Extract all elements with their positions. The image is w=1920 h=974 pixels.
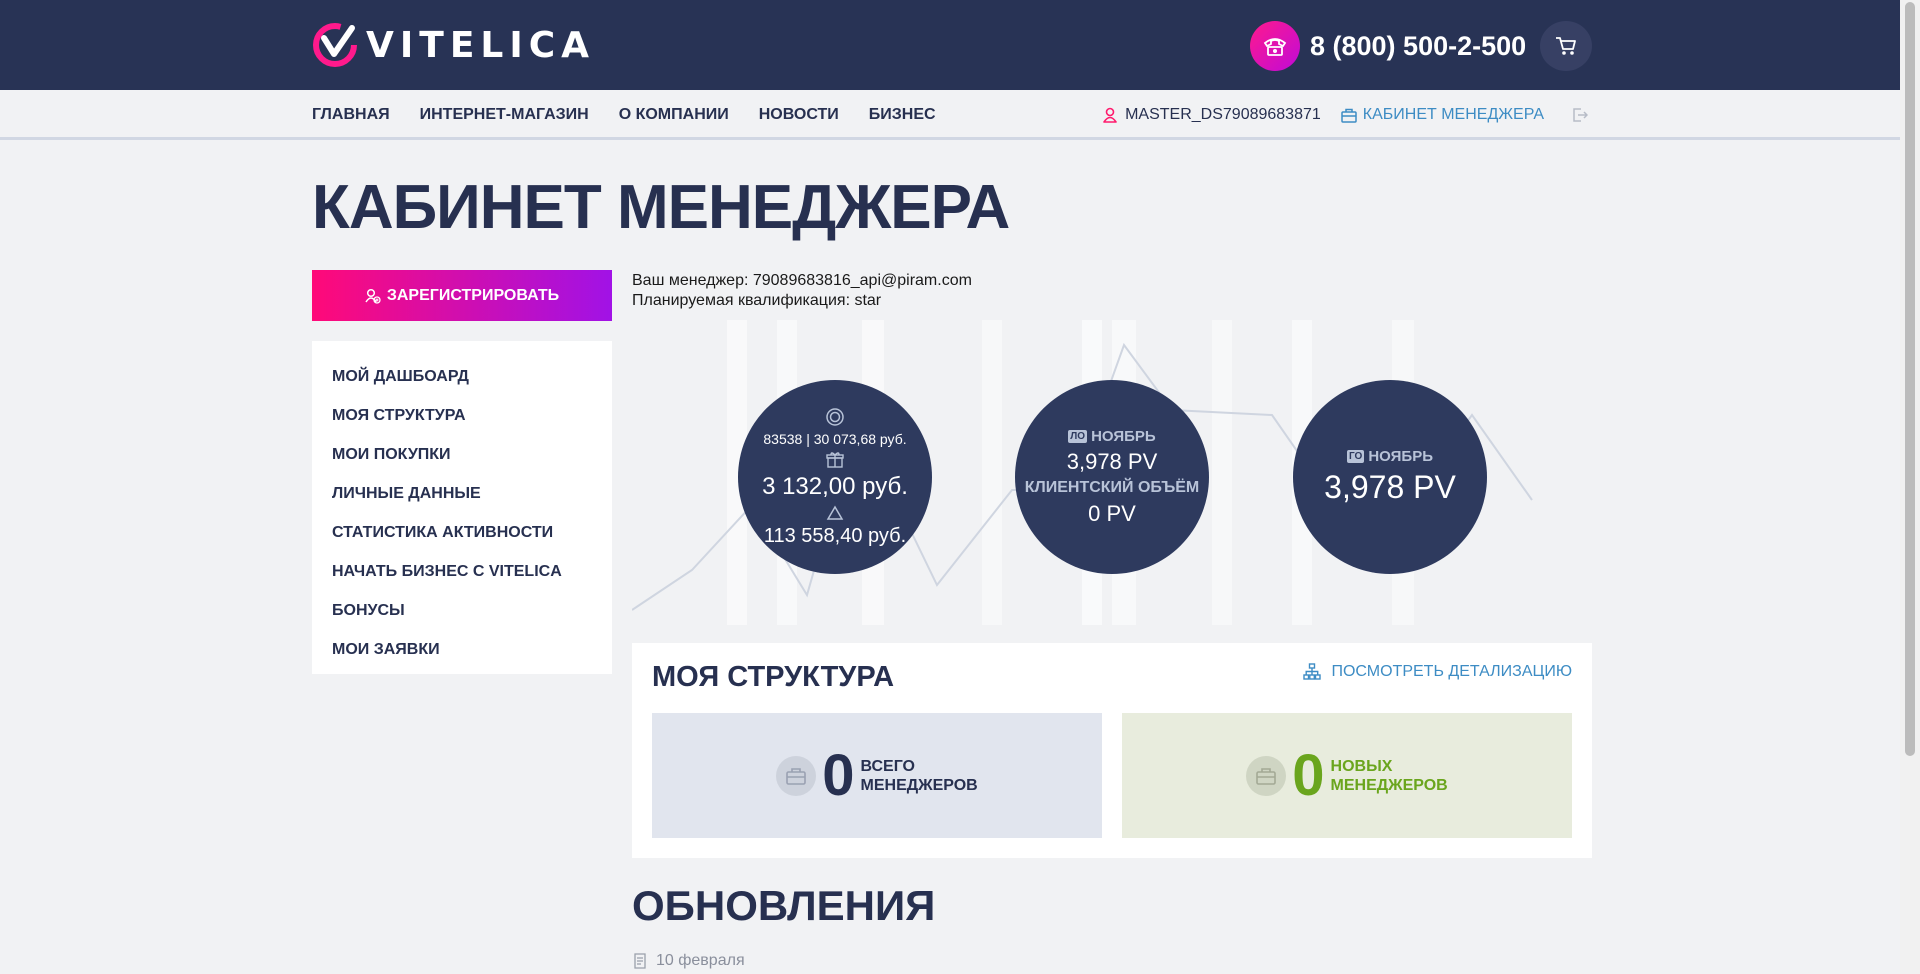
briefcase-icon	[776, 755, 817, 796]
page-title: КАБИНЕТ МЕНЕДЖЕРА	[312, 173, 1010, 242]
cart-icon	[1556, 37, 1576, 55]
nav-item-home[interactable]: ГЛАВНАЯ	[312, 106, 390, 124]
new-managers-caption: НОВЫХ МЕНЕДЖЕРОВ	[1331, 757, 1448, 795]
structure-card: МОЯ СТРУКТУРА ПОСМОТРЕТЬ ДЕТАЛИЗАЦИЮ 0 В…	[632, 643, 1592, 858]
new-managers-box: 0 НОВЫХ МЕНЕДЖЕРОВ	[1122, 713, 1572, 838]
logout-icon	[1573, 108, 1588, 122]
logo-text: VITELICA	[366, 24, 596, 66]
main-nav: ГЛАВНАЯ ИНТЕРНЕТ-МАГАЗИН О КОМПАНИИ НОВО…	[0, 90, 1900, 140]
triangle-icon	[826, 505, 844, 520]
client-volume-value: 0 PV	[1088, 500, 1136, 526]
update-date-label: 10 февраля	[656, 952, 745, 969]
menu-item-activity-stats[interactable]: СТАТИСТИКА АКТИВНОСТИ	[332, 513, 592, 552]
register-label: ЗАРЕГИСТРИРОВАТЬ	[386, 286, 560, 304]
side-menu: МОЙ ДАШБОАРД МОЯ СТРУКТУРА МОИ ПОКУПКИ Л…	[312, 341, 612, 674]
phone-number[interactable]: 8 (800) 500-2-500	[1310, 31, 1526, 62]
nav-links: ГЛАВНАЯ ИНТЕРНЕТ-МАГАЗИН О КОМПАНИИ НОВО…	[312, 106, 936, 124]
nav-account: MASTER_DS79089683871 КАБИНЕТ МЕНЕДЖЕРА	[1103, 106, 1588, 124]
nav-item-news[interactable]: НОВОСТИ	[759, 106, 839, 124]
user-name: MASTER_DS79089683871	[1125, 106, 1321, 123]
personal-volume-month: ЛО НОЯБРЬ	[1068, 427, 1156, 445]
scrollbar-thumb[interactable]	[1905, 2, 1915, 756]
register-button[interactable]: ЗАРЕГИСТРИРОВАТЬ	[312, 270, 612, 321]
client-volume-label: КЛИЕНТСКИЙ ОБЪЁМ	[1024, 478, 1200, 496]
total-managers-caption: ВСЕГО МЕНЕДЖЕРОВ	[861, 757, 978, 795]
hierarchy-icon	[1303, 663, 1322, 680]
nav-item-business[interactable]: БИЗНЕС	[869, 106, 936, 124]
group-volume-month: ГО НОЯБРЬ	[1347, 448, 1433, 465]
document-icon	[634, 953, 646, 969]
total-amount: 113 558,40 руб.	[763, 524, 907, 547]
stats-panel: 83538 | 30 073,68 руб. 3 132,00 руб. 113…	[632, 320, 1592, 625]
phone-icon	[1250, 21, 1300, 71]
nav-item-shop[interactable]: ИНТЕРНЕТ-МАГАЗИН	[420, 106, 589, 124]
cabinet-label: КАБИНЕТ МЕНЕДЖЕРА	[1362, 106, 1544, 123]
top-header: VITELICA 8 (800) 500-2-500	[0, 0, 1900, 90]
logout-button[interactable]	[1572, 107, 1588, 123]
updates-title: ОБНОВЛЕНИЯ	[632, 882, 936, 929]
page-scrollbar[interactable]	[1900, 0, 1920, 974]
nav-item-about[interactable]: О КОМПАНИИ	[619, 106, 729, 124]
menu-item-personal-data[interactable]: ЛИЧНЫЕ ДАННЫЕ	[332, 474, 592, 513]
view-details-link[interactable]: ПОСМОТРЕТЬ ДЕТАЛИЗАЦИЮ	[1303, 663, 1572, 681]
menu-item-structure[interactable]: МОЯ СТРУКТУРА	[332, 396, 592, 435]
total-managers-box: 0 ВСЕГО МЕНЕДЖЕРОВ	[652, 713, 1102, 838]
user-icon	[1103, 107, 1117, 123]
menu-item-start-business[interactable]: НАЧАТЬ БИЗНЕС С VITELICA	[332, 552, 592, 591]
menu-item-bonuses[interactable]: БОНУСЫ	[332, 591, 592, 630]
total-managers-caption-line1: ВСЕГО	[860, 757, 915, 775]
planned-qualification: Планируемая квалификация: star	[632, 292, 882, 309]
menu-item-requests[interactable]: МОИ ЗАЯВКИ	[332, 630, 592, 669]
total-managers-caption-line2: МЕНЕДЖЕРОВ	[860, 776, 978, 794]
group-volume-value: 3,978 PV	[1324, 469, 1456, 505]
menu-item-dashboard[interactable]: МОЙ ДАШБОАРД	[332, 357, 592, 396]
personal-volume-value: 3,978 PV	[1066, 448, 1158, 474]
group-volume-tag: ГО	[1347, 450, 1365, 463]
add-user-icon	[365, 288, 381, 304]
briefcase-icon	[1341, 108, 1357, 123]
balance-circle: 83538 | 30 073,68 руб. 3 132,00 руб. 113…	[738, 380, 932, 574]
phone-block[interactable]: 8 (800) 500-2-500	[1250, 21, 1526, 71]
logo-icon	[313, 23, 357, 67]
manager-info: Ваш менеджер: 79089683816_api@piram.com …	[632, 271, 972, 311]
cabinet-link[interactable]: КАБИНЕТ МЕНЕДЖЕРА	[1341, 106, 1544, 124]
menu-item-purchases[interactable]: МОИ ПОКУПКИ	[332, 435, 592, 474]
group-volume-circle: ГО НОЯБРЬ 3,978 PV	[1293, 380, 1487, 574]
coin-icon	[826, 407, 844, 426]
balance-summary: 83538 | 30 073,68 руб.	[763, 430, 907, 447]
view-details-label: ПОСМОТРЕТЬ ДЕТАЛИЗАЦИЮ	[1331, 663, 1572, 680]
briefcase-icon	[1246, 755, 1287, 796]
new-managers-caption-line1: НОВЫХ	[1330, 757, 1393, 775]
personal-volume-circle: ЛО НОЯБРЬ 3,978 PV КЛИЕНТСКИЙ ОБЪЁМ 0 PV	[1015, 380, 1209, 574]
group-volume-month-label: НОЯБРЬ	[1368, 448, 1433, 465]
bonus-amount: 3 132,00 руб.	[762, 472, 908, 500]
personal-volume-month-label: НОЯБРЬ	[1091, 427, 1156, 445]
total-managers-count: 0	[822, 742, 855, 808]
manager-email: Ваш менеджер: 79089683816_api@piram.com	[632, 272, 972, 289]
brand-logo[interactable]: VITELICA	[312, 22, 595, 68]
new-managers-count: 0	[1292, 742, 1325, 808]
personal-volume-tag: ЛО	[1068, 429, 1088, 443]
gift-icon	[826, 451, 844, 468]
structure-title: МОЯ СТРУКТУРА	[652, 661, 895, 693]
cart-button[interactable]	[1540, 21, 1592, 71]
new-managers-caption-line2: МЕНЕДЖЕРОВ	[1330, 776, 1448, 794]
update-date: 10 февраля	[632, 952, 745, 970]
user-link[interactable]: MASTER_DS79089683871	[1103, 106, 1321, 124]
